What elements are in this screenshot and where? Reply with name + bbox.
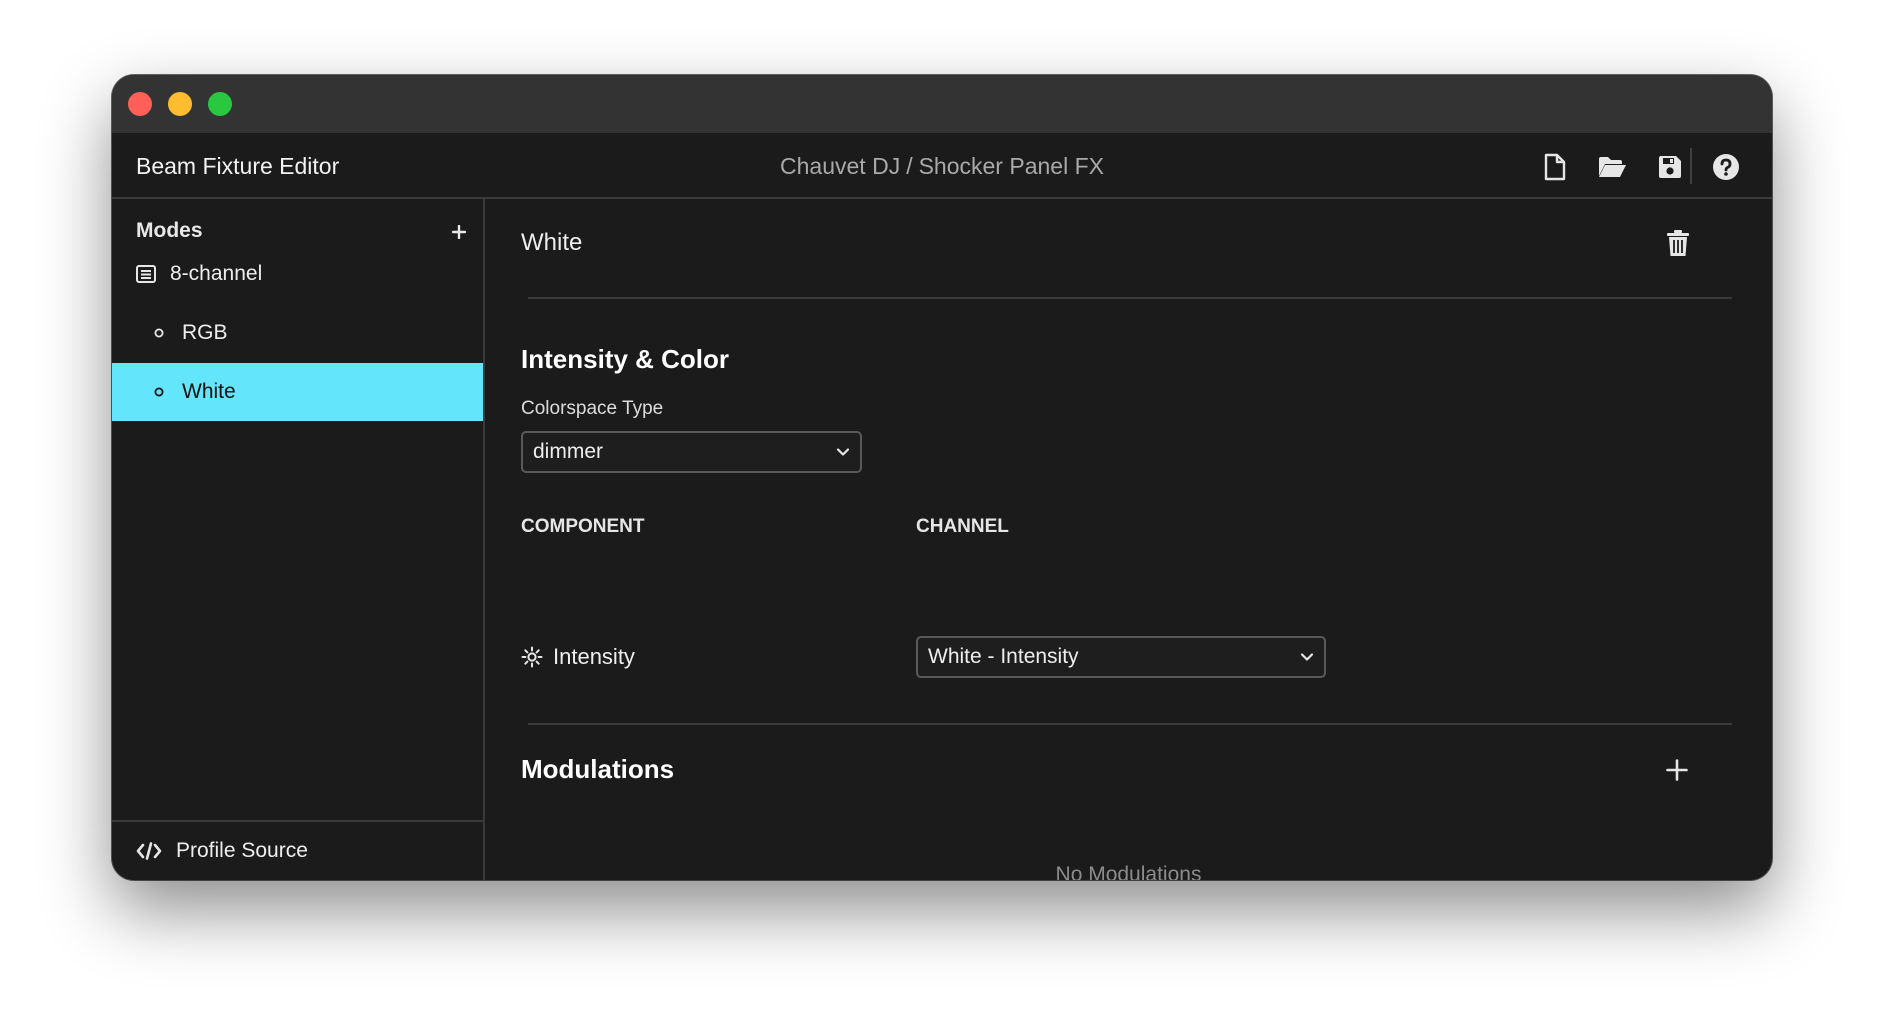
- fixture-breadcrumb: Chauvet DJ / Shocker Panel FX: [112, 133, 1772, 199]
- channel-value: White - Intensity: [928, 645, 1079, 668]
- profile-source-label: Profile Source: [176, 839, 308, 862]
- manufacturer-name: Chauvet DJ: [780, 153, 901, 179]
- colorspace-type-value: dimmer: [533, 440, 604, 463]
- plus-icon: [1666, 759, 1688, 781]
- save-button[interactable]: [1654, 151, 1686, 183]
- divider: [528, 297, 1732, 299]
- trash-icon: [1667, 230, 1689, 256]
- modes-sidebar: Modes 8-channel RGB White Profile Source: [112, 199, 485, 880]
- component-column-header: COMPONENT: [521, 516, 645, 537]
- new-file-button[interactable]: [1539, 151, 1571, 183]
- new-file-icon: [1544, 153, 1566, 181]
- list-icon: [136, 265, 156, 283]
- window-close-button[interactable]: [128, 92, 152, 116]
- mode-detail-panel: White Intensity & Color Colorspace Type …: [485, 199, 1772, 880]
- breadcrumb-separator: /: [906, 153, 913, 179]
- mode-item-8-channel[interactable]: 8-channel: [112, 245, 483, 303]
- channel-column-header: CHANNEL: [916, 516, 1009, 537]
- fixture-name: Shocker Panel FX: [918, 153, 1104, 179]
- sidebar-item-label: White: [182, 380, 236, 403]
- window-minimize-button[interactable]: [168, 92, 192, 116]
- sidebar-item-label: RGB: [182, 321, 228, 344]
- window-titlebar[interactable]: [112, 75, 1772, 133]
- help-button[interactable]: [1710, 151, 1742, 183]
- code-icon: [136, 842, 162, 860]
- mode-name: White: [521, 229, 583, 256]
- app-header: Beam Fixture Editor Chauvet DJ / Shocker P…: [112, 133, 1772, 199]
- divider: [528, 723, 1732, 725]
- mode-label: 8-channel: [170, 262, 263, 285]
- modes-heading: Modes: [136, 219, 203, 242]
- toolbar-divider: [1690, 148, 1692, 184]
- empty-modulations-message: No Modulations: [1055, 863, 1202, 880]
- colorspace-type-label: Colorspace Type: [521, 398, 664, 419]
- app-window: Beam Fixture Editor Chauvet DJ / Shocker P…: [112, 75, 1772, 880]
- sun-icon: [521, 646, 543, 668]
- modulations-heading: Modulations: [521, 754, 675, 784]
- chevron-down-icon: [836, 448, 850, 456]
- chevron-down-icon: [1300, 653, 1314, 661]
- intensity-color-heading: Intensity & Color: [521, 344, 730, 374]
- help-icon: [1713, 154, 1739, 180]
- sidebar-item-white[interactable]: White: [112, 363, 483, 421]
- circle-outline-icon: [154, 387, 164, 397]
- delete-mode-button[interactable]: [1661, 226, 1695, 260]
- window-maximize-button[interactable]: [208, 92, 232, 116]
- add-modulation-button[interactable]: [1661, 754, 1693, 786]
- component-intensity: Intensity: [521, 642, 635, 672]
- component-label: Intensity: [553, 644, 635, 669]
- save-icon: [1659, 156, 1681, 178]
- profile-source-button[interactable]: Profile Source: [112, 820, 483, 880]
- plus-icon: [452, 225, 466, 239]
- channel-select[interactable]: White - Intensity: [916, 636, 1326, 678]
- open-button[interactable]: [1596, 151, 1628, 183]
- circle-outline-icon: [154, 328, 164, 338]
- sidebar-item-rgb[interactable]: RGB: [112, 304, 483, 362]
- add-mode-button[interactable]: [446, 219, 472, 245]
- open-folder-icon: [1599, 157, 1626, 177]
- colorspace-type-select[interactable]: dimmer: [521, 431, 862, 473]
